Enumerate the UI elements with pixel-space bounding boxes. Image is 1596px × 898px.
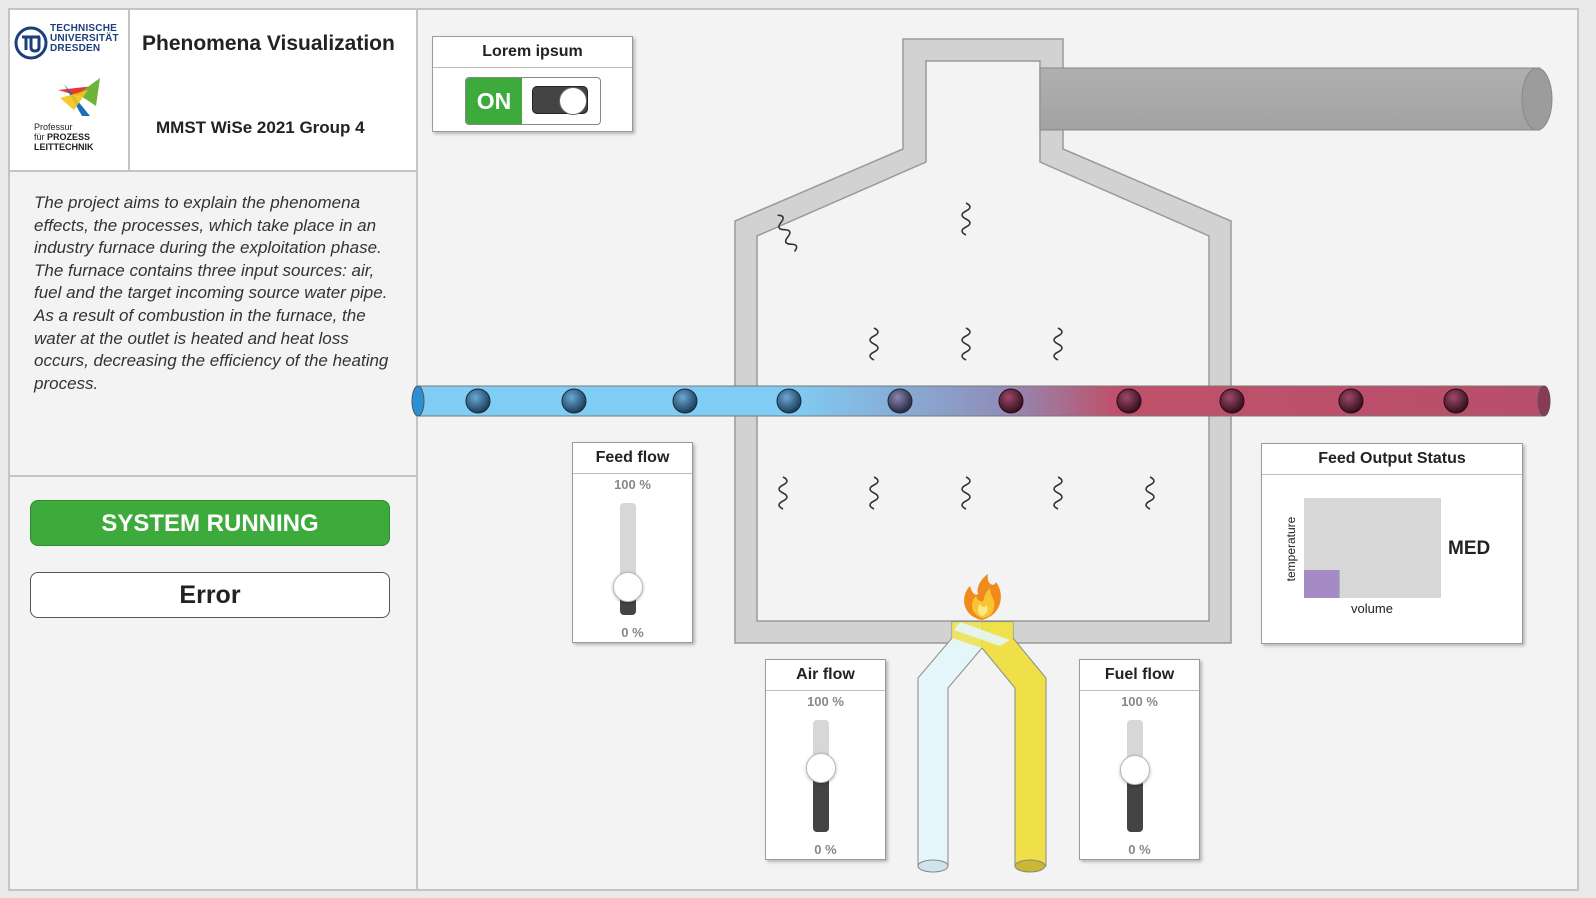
output-level: MED — [1448, 538, 1491, 559]
app-window: TECHNISCHE UNIVERSITÄT DRESDEN Professur — [8, 8, 1579, 891]
feed-flow-min-label: 0 % — [621, 625, 644, 640]
exhaust-pipe — [1039, 67, 1541, 131]
water-bubble-icon — [1338, 388, 1364, 414]
fuel-flow-min-label: 0 % — [1128, 842, 1151, 857]
fuel-flow-title: Fuel flow — [1080, 660, 1199, 691]
fuel-flow-panel: Fuel flow 100 % 0 % — [1079, 659, 1200, 860]
power-toggle[interactable]: ON — [465, 77, 601, 125]
feed-output-chart: volume temperature — [1284, 498, 1441, 616]
water-pipe — [417, 385, 1545, 417]
water-bubble-icon — [887, 388, 913, 414]
air-pipe-end — [917, 859, 949, 873]
chart-xlabel: volume — [1351, 601, 1393, 616]
air-flow-title: Air flow — [766, 660, 885, 691]
power-panel: Lorem ipsum ON — [432, 36, 633, 132]
water-pipe-inlet — [411, 385, 425, 417]
power-toggle-track[interactable] — [532, 86, 588, 115]
fuel-flow-max-label: 100 % — [1121, 694, 1158, 709]
feed-flow-title: Feed flow — [573, 443, 692, 474]
power-panel-title: Lorem ipsum — [433, 37, 632, 68]
feed-output-status-title: Feed Output Status — [1262, 444, 1522, 475]
water-bubble-icon — [1116, 388, 1142, 414]
water-bubble-icon — [465, 388, 491, 414]
water-bubble-icon — [1443, 388, 1469, 414]
water-pipe-outlet — [1537, 385, 1551, 417]
fuel-pipe-end — [1014, 859, 1046, 873]
chart-fill-bar — [1304, 570, 1340, 598]
chart-ylabel: temperature — [1284, 516, 1298, 581]
water-bubble-icon — [1219, 388, 1245, 414]
exhaust-pipe-end — [1521, 67, 1553, 131]
air-flow-panel: Air flow 100 % 0 % — [765, 659, 886, 860]
water-bubble-icon — [776, 388, 802, 414]
feed-output-status-panel: Feed Output Status volume temperature ME… — [1261, 443, 1523, 644]
water-bubble-icon — [561, 388, 587, 414]
feed-flow-max-label: 100 % — [614, 477, 651, 492]
water-bubble-icon — [998, 388, 1024, 414]
fuel-flow-slider-knob[interactable] — [1120, 755, 1150, 786]
furnace-chamber — [756, 60, 1210, 622]
feed-flow-slider-knob[interactable] — [613, 572, 643, 602]
power-toggle-knob[interactable] — [559, 87, 587, 115]
air-flow-max-label: 100 % — [807, 694, 844, 709]
power-toggle-state: ON — [466, 78, 522, 124]
water-bubble-icon — [672, 388, 698, 414]
air-flow-slider-knob[interactable] — [806, 753, 836, 784]
feed-flow-panel: Feed flow 100 % 0 % — [572, 442, 693, 643]
air-flow-min-label: 0 % — [814, 842, 837, 857]
fuel-pipe — [981, 621, 1047, 867]
air-pipe — [917, 621, 983, 867]
